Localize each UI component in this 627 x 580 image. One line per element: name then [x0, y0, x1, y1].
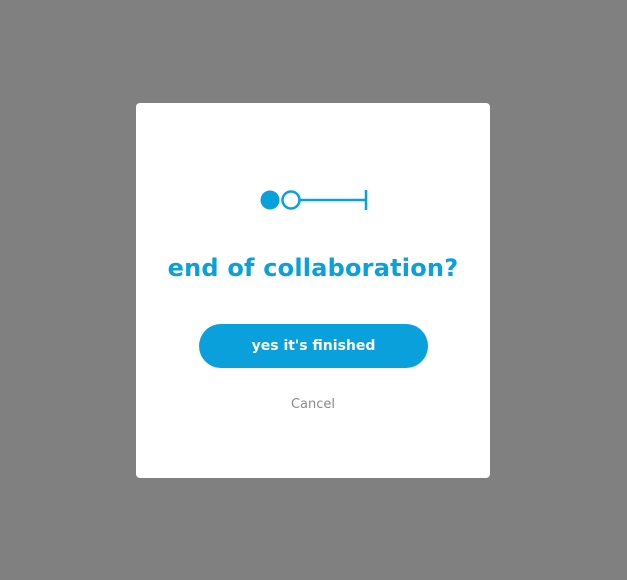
cancel-button[interactable]: Cancel: [136, 397, 490, 412]
confirm-finish-button[interactable]: yes it's finished: [199, 324, 428, 368]
dialog-title: end of collaboration?: [167, 254, 459, 282]
end-of-collaboration-icon: [260, 190, 368, 210]
confirm-dialog: end of collaboration? yes it's finished …: [136, 103, 490, 478]
